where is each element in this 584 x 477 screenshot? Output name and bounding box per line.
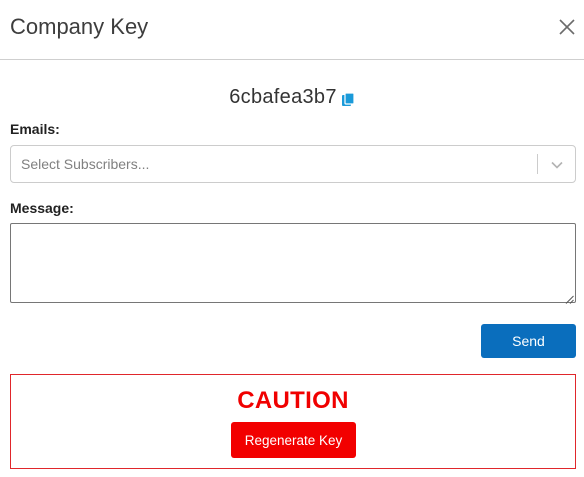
- resize-grip-icon[interactable]: [565, 291, 574, 304]
- emails-label: Emails:: [10, 121, 60, 137]
- company-key-row: 6cbafea3b7: [0, 84, 584, 110]
- close-button[interactable]: [556, 16, 578, 38]
- send-button[interactable]: Send: [481, 324, 576, 358]
- emails-select-placeholder: Select Subscribers...: [21, 156, 150, 172]
- message-label: Message:: [10, 200, 74, 216]
- chevron-down-icon[interactable]: [549, 157, 565, 173]
- company-key-modal: Company Key 6cbafea3b7 Emails: Select Su…: [0, 0, 584, 477]
- modal-header: Company Key: [0, 0, 584, 60]
- modal-title: Company Key: [10, 14, 149, 39]
- caution-title: CAUTION: [237, 387, 349, 414]
- close-icon: [559, 19, 575, 35]
- copy-icon[interactable]: [341, 92, 355, 108]
- caution-panel: CAUTION Regenerate Key: [10, 374, 576, 469]
- company-key-value: 6cbafea3b7: [229, 85, 337, 108]
- message-textarea[interactable]: [10, 223, 576, 303]
- select-separator: [537, 154, 538, 174]
- regenerate-key-button[interactable]: Regenerate Key: [231, 422, 356, 458]
- emails-select[interactable]: Select Subscribers...: [10, 145, 576, 183]
